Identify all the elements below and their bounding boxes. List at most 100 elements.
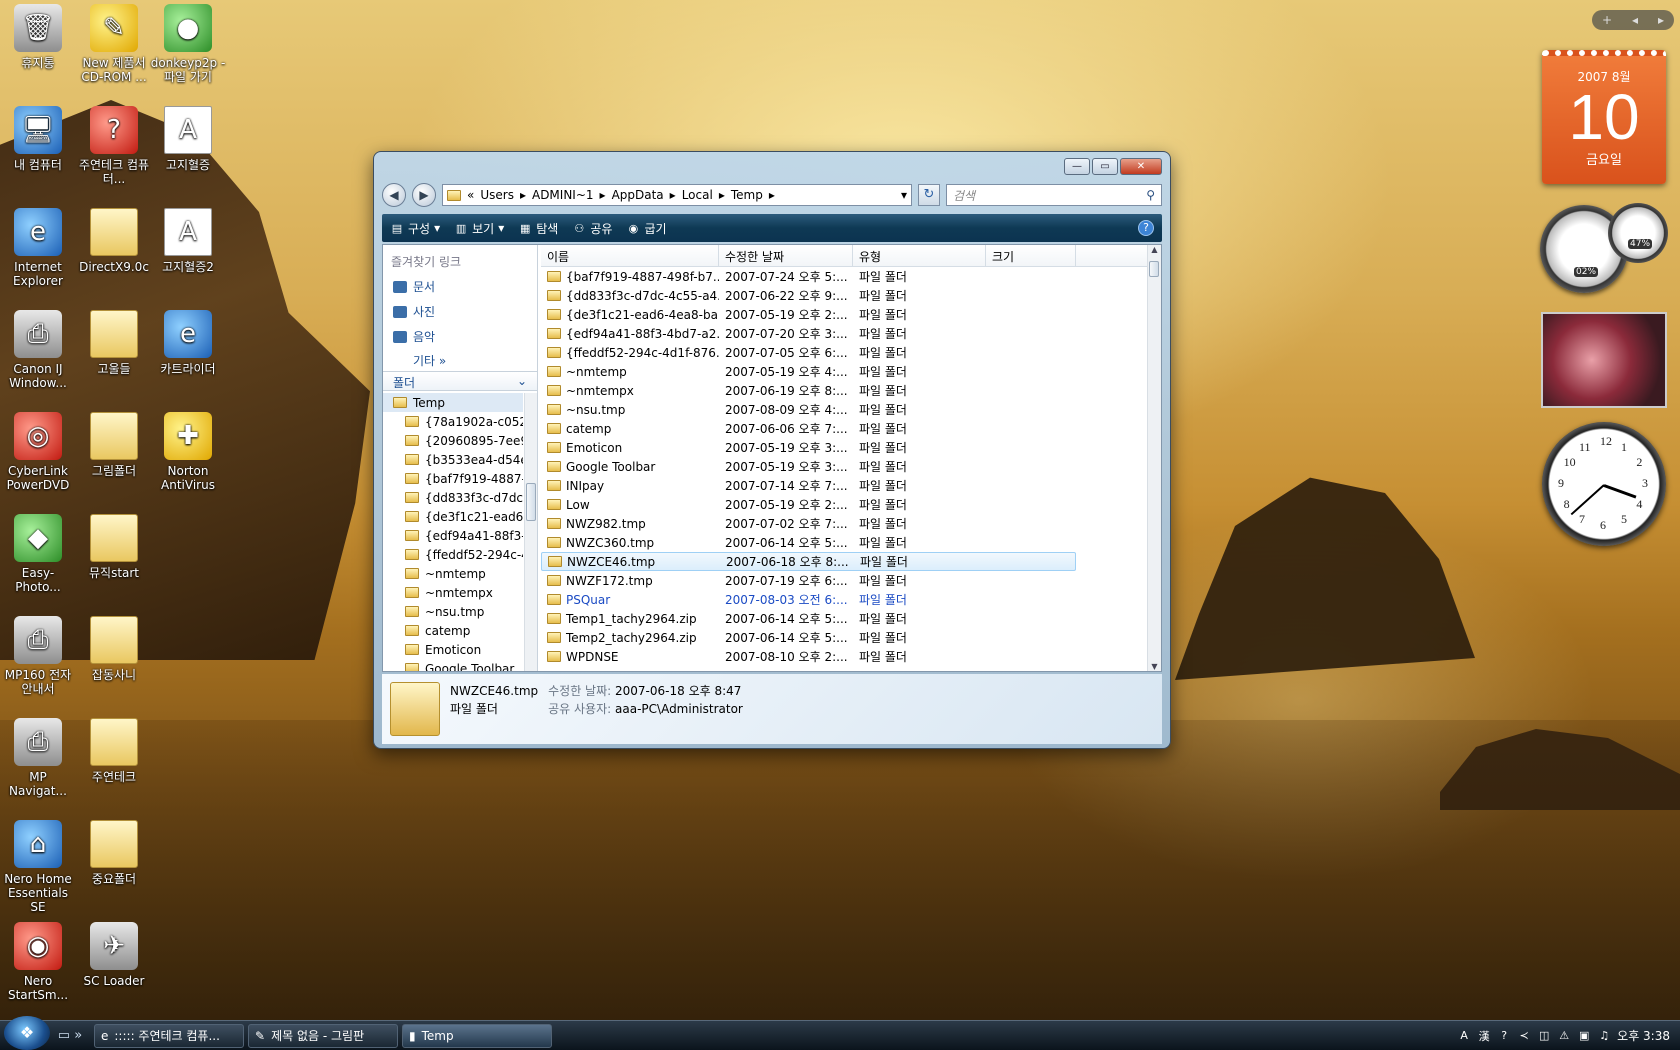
desktop-icon[interactable]: ? 주연테크 컴퓨터... bbox=[76, 106, 152, 186]
taskbar-button[interactable]: ▮ Temp bbox=[402, 1023, 552, 1048]
tree-node[interactable]: {b3533ea4-d54e-4 bbox=[383, 450, 523, 469]
tree-scrollbar[interactable] bbox=[524, 393, 537, 671]
desktop-icon[interactable]: 그림폴더 bbox=[76, 412, 152, 478]
close-button[interactable]: ✕ bbox=[1120, 158, 1162, 175]
tree-scroll-thumb[interactable] bbox=[526, 483, 536, 521]
desktop-icon[interactable]: ⎙ MP Navigat... bbox=[0, 718, 76, 798]
desktop-icon[interactable]: ◎ CyberLink PowerDVD bbox=[0, 412, 76, 492]
column-name[interactable]: 이름 bbox=[541, 245, 719, 266]
tree-node[interactable]: {de3f1c21-ead6-4 bbox=[383, 507, 523, 526]
breadcrumb-item[interactable]: ADMINI~1 bbox=[532, 188, 594, 202]
toolbar-button-1[interactable]: ▥ 보기 ▾ bbox=[454, 220, 504, 237]
add-gadget-button[interactable]: + bbox=[1602, 13, 1612, 27]
table-row[interactable]: NWZ982.tmp 2007-07-02 오후 7:... 파일 폴더 bbox=[541, 514, 1147, 533]
sidebar-next-button[interactable]: ▸ bbox=[1658, 13, 1664, 27]
tray-icon[interactable]: ? bbox=[1497, 1029, 1511, 1043]
column-size[interactable]: 크기 bbox=[986, 245, 1076, 266]
desktop-icon[interactable]: 🖥 내 컴퓨터 bbox=[0, 106, 76, 172]
table-row[interactable]: Low 2007-05-19 오후 2:... 파일 폴더 bbox=[541, 495, 1147, 514]
tray-icon[interactable]: A bbox=[1457, 1029, 1471, 1043]
address-bar[interactable]: « Users ▸ ADMINI~1 ▸ AppData ▸ Local ▸ Temp ▸ ▾ bbox=[442, 184, 912, 206]
refresh-button[interactable]: ↻ bbox=[918, 184, 940, 206]
search-input[interactable]: 검색 ⚲ bbox=[946, 184, 1162, 206]
desktop-icon[interactable]: ◆ Easy-Photo... bbox=[0, 514, 76, 594]
desktop-icon[interactable]: 뮤직start bbox=[76, 514, 152, 580]
table-row[interactable]: Temp1_tachy2964.zip 2007-06-14 오후 5:... 파일… bbox=[541, 609, 1147, 628]
memory-meter-gadget[interactable]: 47% bbox=[1608, 203, 1668, 263]
forward-button[interactable]: ▶ bbox=[412, 183, 436, 207]
tree-node[interactable]: ~nsu.tmp bbox=[383, 602, 523, 621]
desktop-icon[interactable]: ⎙ Canon IJ Window... bbox=[0, 310, 76, 390]
slideshow-gadget[interactable] bbox=[1541, 312, 1667, 408]
favorite-link[interactable]: 음악 bbox=[383, 324, 537, 349]
favorite-link[interactable]: 사진 bbox=[383, 299, 537, 324]
address-overflow[interactable]: « bbox=[467, 188, 474, 202]
folders-header[interactable]: 폴더 ⌄ bbox=[383, 371, 537, 391]
tree-node[interactable]: {ffeddf52-294c-4d bbox=[383, 545, 523, 564]
table-row[interactable]: NWZC360.tmp 2007-06-14 오후 5:... 파일 폴더 bbox=[541, 533, 1147, 552]
table-row[interactable]: {baf7f919-4887-498f-b7... 2007-07-24 오후 5… bbox=[541, 267, 1147, 286]
file-scroll-thumb[interactable] bbox=[1149, 261, 1159, 277]
desktop-icon[interactable]: e Internet Explorer bbox=[0, 208, 76, 288]
desktop-icon[interactable]: ◉ Nero StartSm... bbox=[0, 922, 76, 1002]
clock-gadget[interactable]: 1 2 3 4 5 6 7 8 9 10 11 12 bbox=[1542, 422, 1666, 546]
breadcrumb-item[interactable]: AppData bbox=[612, 188, 664, 202]
breadcrumb-separator-icon[interactable]: ▸ bbox=[670, 188, 676, 202]
favorite-link[interactable]: 문서 bbox=[383, 274, 537, 299]
taskbar-button[interactable]: ✎ 제목 없음 - 그림판 bbox=[248, 1023, 398, 1048]
desktop-icon[interactable]: e 카트라이더 bbox=[150, 310, 226, 376]
desktop-icon[interactable]: ⌂ Nero Home Essentials SE bbox=[0, 820, 76, 914]
desktop-icon[interactable]: A 고지혈증 bbox=[150, 106, 226, 172]
tree-node[interactable]: Emoticon bbox=[383, 640, 523, 659]
column-type[interactable]: 유형 bbox=[853, 245, 986, 266]
toolbar-button-3[interactable]: ⚇ 공유 bbox=[572, 220, 612, 237]
clock-text[interactable]: 오후 3:38 bbox=[1617, 1027, 1670, 1044]
table-row[interactable]: Temp2_tachy2964.zip 2007-06-14 오후 5:... 파일… bbox=[541, 628, 1147, 647]
table-row[interactable]: ~nmtemp 2007-05-19 오후 4:... 파일 폴더 bbox=[541, 362, 1147, 381]
tree-node[interactable]: ~nmtemp bbox=[383, 564, 523, 583]
table-row[interactable]: {edf94a41-88f3-4bd7-a2... 2007-07-20 오후 3… bbox=[541, 324, 1147, 343]
taskbar-button[interactable]: e::::: 주연테크 컴퓨... bbox=[94, 1023, 244, 1048]
breadcrumb-separator-icon[interactable]: ▸ bbox=[719, 188, 725, 202]
quick-launch[interactable]: ▭ » bbox=[50, 1028, 90, 1043]
chevron-down-icon[interactable]: ▾ bbox=[901, 188, 907, 202]
toolbar-button-2[interactable]: ▦ 탐색 bbox=[518, 220, 558, 237]
table-row[interactable]: {ffeddf52-294c-4d1f-876... 2007-07-05 오후 … bbox=[541, 343, 1147, 362]
maximize-button[interactable]: ▭ bbox=[1092, 158, 1118, 175]
table-row[interactable]: INIpay 2007-07-14 오후 7:... 파일 폴더 bbox=[541, 476, 1147, 495]
table-row[interactable]: {dd833f3c-d7dc-4c55-a4... 2007-06-22 오후 9… bbox=[541, 286, 1147, 305]
desktop-icon[interactable]: ● donkeyp2p - 파일 가기 bbox=[150, 4, 226, 84]
desktop-icon[interactable]: ✎ New 제품서 CD-ROM ... bbox=[76, 4, 152, 84]
table-row[interactable]: ~nmtempx 2007-06-19 오후 8:... 파일 폴더 bbox=[541, 381, 1147, 400]
desktop-icon[interactable]: DirectX9.0c bbox=[76, 208, 152, 274]
breadcrumb-item[interactable]: Temp bbox=[731, 188, 763, 202]
table-row[interactable]: Emoticon 2007-05-19 오후 3:... 파일 폴더 bbox=[541, 438, 1147, 457]
desktop-icon[interactable]: 고울들 bbox=[76, 310, 152, 376]
tree-node[interactable]: {78a1902a-c052-4 bbox=[383, 412, 523, 431]
table-row[interactable]: NWZF172.tmp 2007-07-19 오후 6:... 파일 폴더 bbox=[541, 571, 1147, 590]
tray-icon[interactable]: ♫ bbox=[1597, 1029, 1611, 1043]
scroll-up-icon[interactable]: ▲ bbox=[1148, 245, 1161, 254]
tray-icon[interactable]: ⚠ bbox=[1557, 1029, 1571, 1043]
back-button[interactable]: ◀ bbox=[382, 183, 406, 207]
table-row[interactable]: PSQuar 2007-08-03 오전 6:... 파일 폴더 bbox=[541, 590, 1147, 609]
tree-node[interactable]: {baf7f919-4887-4 bbox=[383, 469, 523, 488]
toolbar-button-4[interactable]: ◉ 굽기 bbox=[626, 220, 667, 237]
breadcrumb-item[interactable]: Users bbox=[480, 188, 514, 202]
start-button[interactable]: ❖ bbox=[4, 1015, 50, 1050]
sidebar-prev-button[interactable]: ◂ bbox=[1632, 13, 1638, 27]
breadcrumb-item[interactable]: Local bbox=[682, 188, 713, 202]
desktop-icon[interactable]: 잡동사니 bbox=[76, 616, 152, 682]
breadcrumb-separator-icon[interactable]: ▸ bbox=[600, 188, 606, 202]
table-row[interactable]: NWZCE46.tmp 2007-06-18 오후 8:... 파일 폴더 bbox=[541, 552, 1076, 571]
tree-node[interactable]: catemp bbox=[383, 621, 523, 640]
table-row[interactable]: ~nsu.tmp 2007-08-09 오후 4:... 파일 폴더 bbox=[541, 400, 1147, 419]
tray-icon[interactable]: ≺ bbox=[1517, 1029, 1531, 1043]
tree-node-temp[interactable]: Temp bbox=[383, 393, 523, 412]
desktop-icon[interactable]: 중요폴더 bbox=[76, 820, 152, 886]
table-row[interactable]: Google Toolbar 2007-05-19 오후 3:... 파일 폴더 bbox=[541, 457, 1147, 476]
file-list-scrollbar[interactable]: ▲ ▼ bbox=[1147, 245, 1161, 671]
breadcrumb-separator-icon[interactable]: ▸ bbox=[769, 188, 775, 202]
toolbar-button-0[interactable]: ▤ 구성 ▾ bbox=[390, 220, 440, 237]
tree-node[interactable]: {dd833f3c-d7dc-4 bbox=[383, 488, 523, 507]
